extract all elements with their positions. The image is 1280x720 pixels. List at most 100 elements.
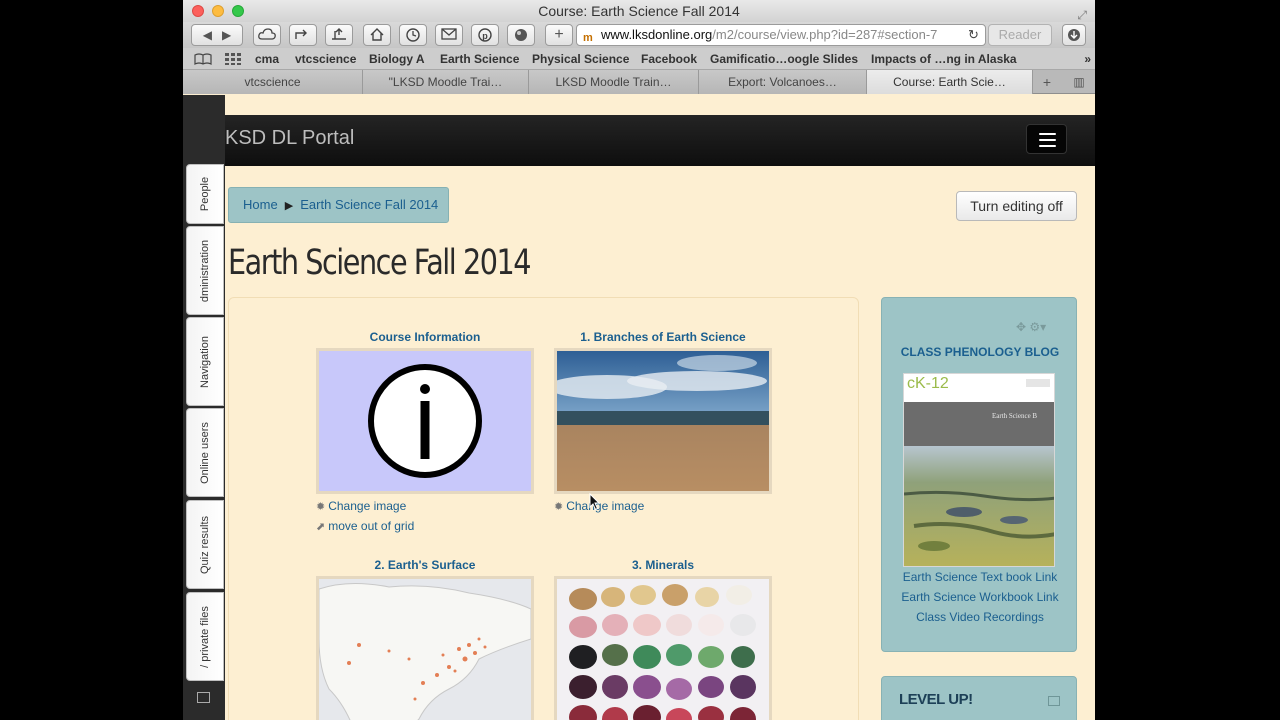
site-favicon-icon: m [583, 32, 593, 44]
tab-item[interactable]: "LKSD Moodle Trai… [363, 70, 529, 94]
video-recordings-link[interactable]: Class Video Recordings [882, 610, 1078, 624]
hamburger-icon-bar [1039, 145, 1056, 147]
bookmark-item[interactable]: Physical Science [532, 48, 629, 70]
grid-cell-image-earths-surface[interactable] [316, 576, 534, 720]
bookmark-item[interactable]: cma [255, 48, 279, 70]
breadcrumb-home[interactable]: Home [243, 197, 278, 212]
workbook-link[interactable]: Earth Science Workbook Link [882, 590, 1078, 604]
back-forward-buttons[interactable]: ◀ ▶ [191, 24, 243, 46]
dock-tab-label: / private files [199, 605, 211, 668]
dock-tab-label: People [199, 176, 211, 212]
move-out-label: move out of grid [328, 519, 415, 533]
page-title: Earth Science Fall 2014 [228, 243, 532, 283]
mail-button[interactable] [435, 24, 463, 46]
turn-editing-off-button[interactable]: Turn editing off [956, 191, 1077, 221]
pinterest-button[interactable]: p [471, 24, 499, 46]
dock-tab-administration[interactable]: dministration [186, 226, 224, 315]
tab-active[interactable]: Course: Earth Scie… [867, 70, 1033, 94]
dock-tab-online-users[interactable]: Online users [186, 408, 224, 497]
add-tab-icon[interactable]: + [1033, 70, 1061, 94]
grid-cell-title[interactable]: Course Information [316, 330, 534, 344]
mail-icon [441, 28, 457, 40]
reader-button[interactable]: Reader [988, 24, 1052, 46]
cloud-icon [258, 28, 276, 40]
breadcrumb: Home ▶ Earth Science Fall 2014 [228, 187, 449, 223]
site-navbar: KSD DL Portal [225, 115, 1095, 166]
grid-cell-image-branches[interactable] [554, 348, 772, 494]
forward-icon[interactable]: ▶ [222, 28, 231, 42]
ck12-logo: cK-12 [907, 375, 949, 392]
bookmark-item[interactable]: Facebook [641, 48, 697, 70]
move-block-icon[interactable]: ✥ [1016, 320, 1026, 334]
address-bar[interactable]: m www.lksdonline.org/m2/course/view.php?… [576, 24, 986, 46]
external-link-icon: ⬈ [316, 521, 326, 533]
top-sites-icon[interactable] [225, 48, 241, 72]
browser-window: Course: Earth Science Fall 2014 ⤢ ◀ ▶ p [183, 0, 1095, 720]
bookmark-item[interactable]: vtcscience [295, 48, 356, 70]
landscape-photo [904, 446, 1054, 566]
tab-item[interactable]: vtcscience [183, 70, 363, 94]
bookmark-item[interactable]: Biology A [369, 48, 425, 70]
grid-cell-title[interactable]: 1. Branches of Earth Science [554, 330, 772, 344]
ck12-book-cover[interactable]: cK-12 Earth Science B [903, 373, 1055, 567]
dock-block-icon[interactable] [1048, 696, 1060, 706]
level-up-block: LEVEL UP! [881, 676, 1077, 720]
reading-list-icon[interactable] [194, 48, 212, 72]
grid-cell-image-course-info[interactable] [316, 348, 534, 494]
close-window-button[interactable] [192, 5, 204, 17]
new-tab-button[interactable]: + [545, 24, 573, 46]
extension-button[interactable] [507, 24, 535, 46]
undock-all-icon[interactable] [197, 692, 210, 703]
dock-tab-label: Online users [199, 421, 211, 484]
add-bookmark-button[interactable] [325, 24, 353, 46]
download-icon [1068, 29, 1080, 41]
downloads-button[interactable] [1062, 24, 1086, 46]
svg-text:p: p [482, 31, 488, 41]
minerals-photo [569, 584, 756, 720]
breadcrumb-arrow-icon: ▶ [281, 200, 297, 212]
breadcrumb-course[interactable]: Earth Science Fall 2014 [300, 197, 438, 212]
menu-toggle-button[interactable] [1026, 124, 1067, 154]
dock-tab-quiz-results[interactable]: Quiz results [186, 500, 224, 589]
grid-cell-title[interactable]: 3. Minerals [554, 558, 772, 572]
level-up-title: LEVEL UP! [899, 691, 973, 708]
class-phenology-blog-block: ✥ ⚙▾ CLASS PHENOLOGY BLOG cK-12 Earth Sc… [881, 297, 1077, 652]
minimize-window-button[interactable] [212, 5, 224, 17]
reload-icon[interactable]: ↻ [968, 27, 979, 43]
tab-overview-icon[interactable]: ▥ [1063, 70, 1095, 94]
dock-tab-label: Quiz results [199, 515, 211, 574]
share-icon [295, 29, 307, 39]
back-icon[interactable]: ◀ [203, 28, 212, 42]
move-out-of-grid-link[interactable]: ⬈ move out of grid [316, 519, 414, 533]
grid-cell-title[interactable]: 2. Earth's Surface [316, 558, 534, 572]
pinterest-icon: p [478, 28, 492, 42]
mouse-cursor-icon [589, 493, 601, 511]
dock-tab-private-files[interactable]: / private files [186, 592, 224, 681]
book-title-band: Earth Science B [904, 402, 1054, 446]
icloud-tabs-button[interactable] [253, 24, 281, 46]
book-header: cK-12 [904, 374, 1054, 402]
share-button[interactable] [289, 24, 317, 46]
window-title: Course: Earth Science Fall 2014 [538, 3, 740, 19]
book-title: Earth Science B [992, 412, 1038, 420]
url-path: /m2/course/view.php?id=287#section-7 [712, 27, 938, 42]
zoom-window-button[interactable] [232, 5, 244, 17]
home-button[interactable] [363, 24, 391, 46]
textbook-link[interactable]: Earth Science Text book Link [882, 570, 1078, 584]
change-image-link[interactable]: ✹ Change image [316, 499, 406, 513]
dock-tab-people[interactable]: People [186, 164, 224, 224]
bookmark-item[interactable]: Gamificatio…oogle Slides [710, 48, 858, 70]
more-bookmarks-icon[interactable]: » [1084, 48, 1091, 70]
grid-cell-image-minerals[interactable] [554, 576, 772, 720]
bookmark-item[interactable]: Impacts of …ng in Alaska [871, 48, 1017, 70]
site-brand[interactable]: KSD DL Portal [225, 127, 354, 150]
tab-item[interactable]: LKSD Moodle Train… [529, 70, 699, 94]
block-title: CLASS PHENOLOGY BLOG [900, 345, 1060, 359]
tab-item[interactable]: Export: Volcanoes… [699, 70, 867, 94]
dock-tab-navigation[interactable]: Navigation [186, 317, 224, 406]
bookmark-item[interactable]: Earth Science [440, 48, 519, 70]
web-page: KSD DL Portal People dministration Navig… [183, 95, 1095, 720]
browser-toolbar: ◀ ▶ p + m www.lksdonline.org/m2/course/v… [183, 22, 1095, 48]
block-settings-icon[interactable]: ⚙▾ [1029, 320, 1046, 334]
history-button[interactable] [399, 24, 427, 46]
